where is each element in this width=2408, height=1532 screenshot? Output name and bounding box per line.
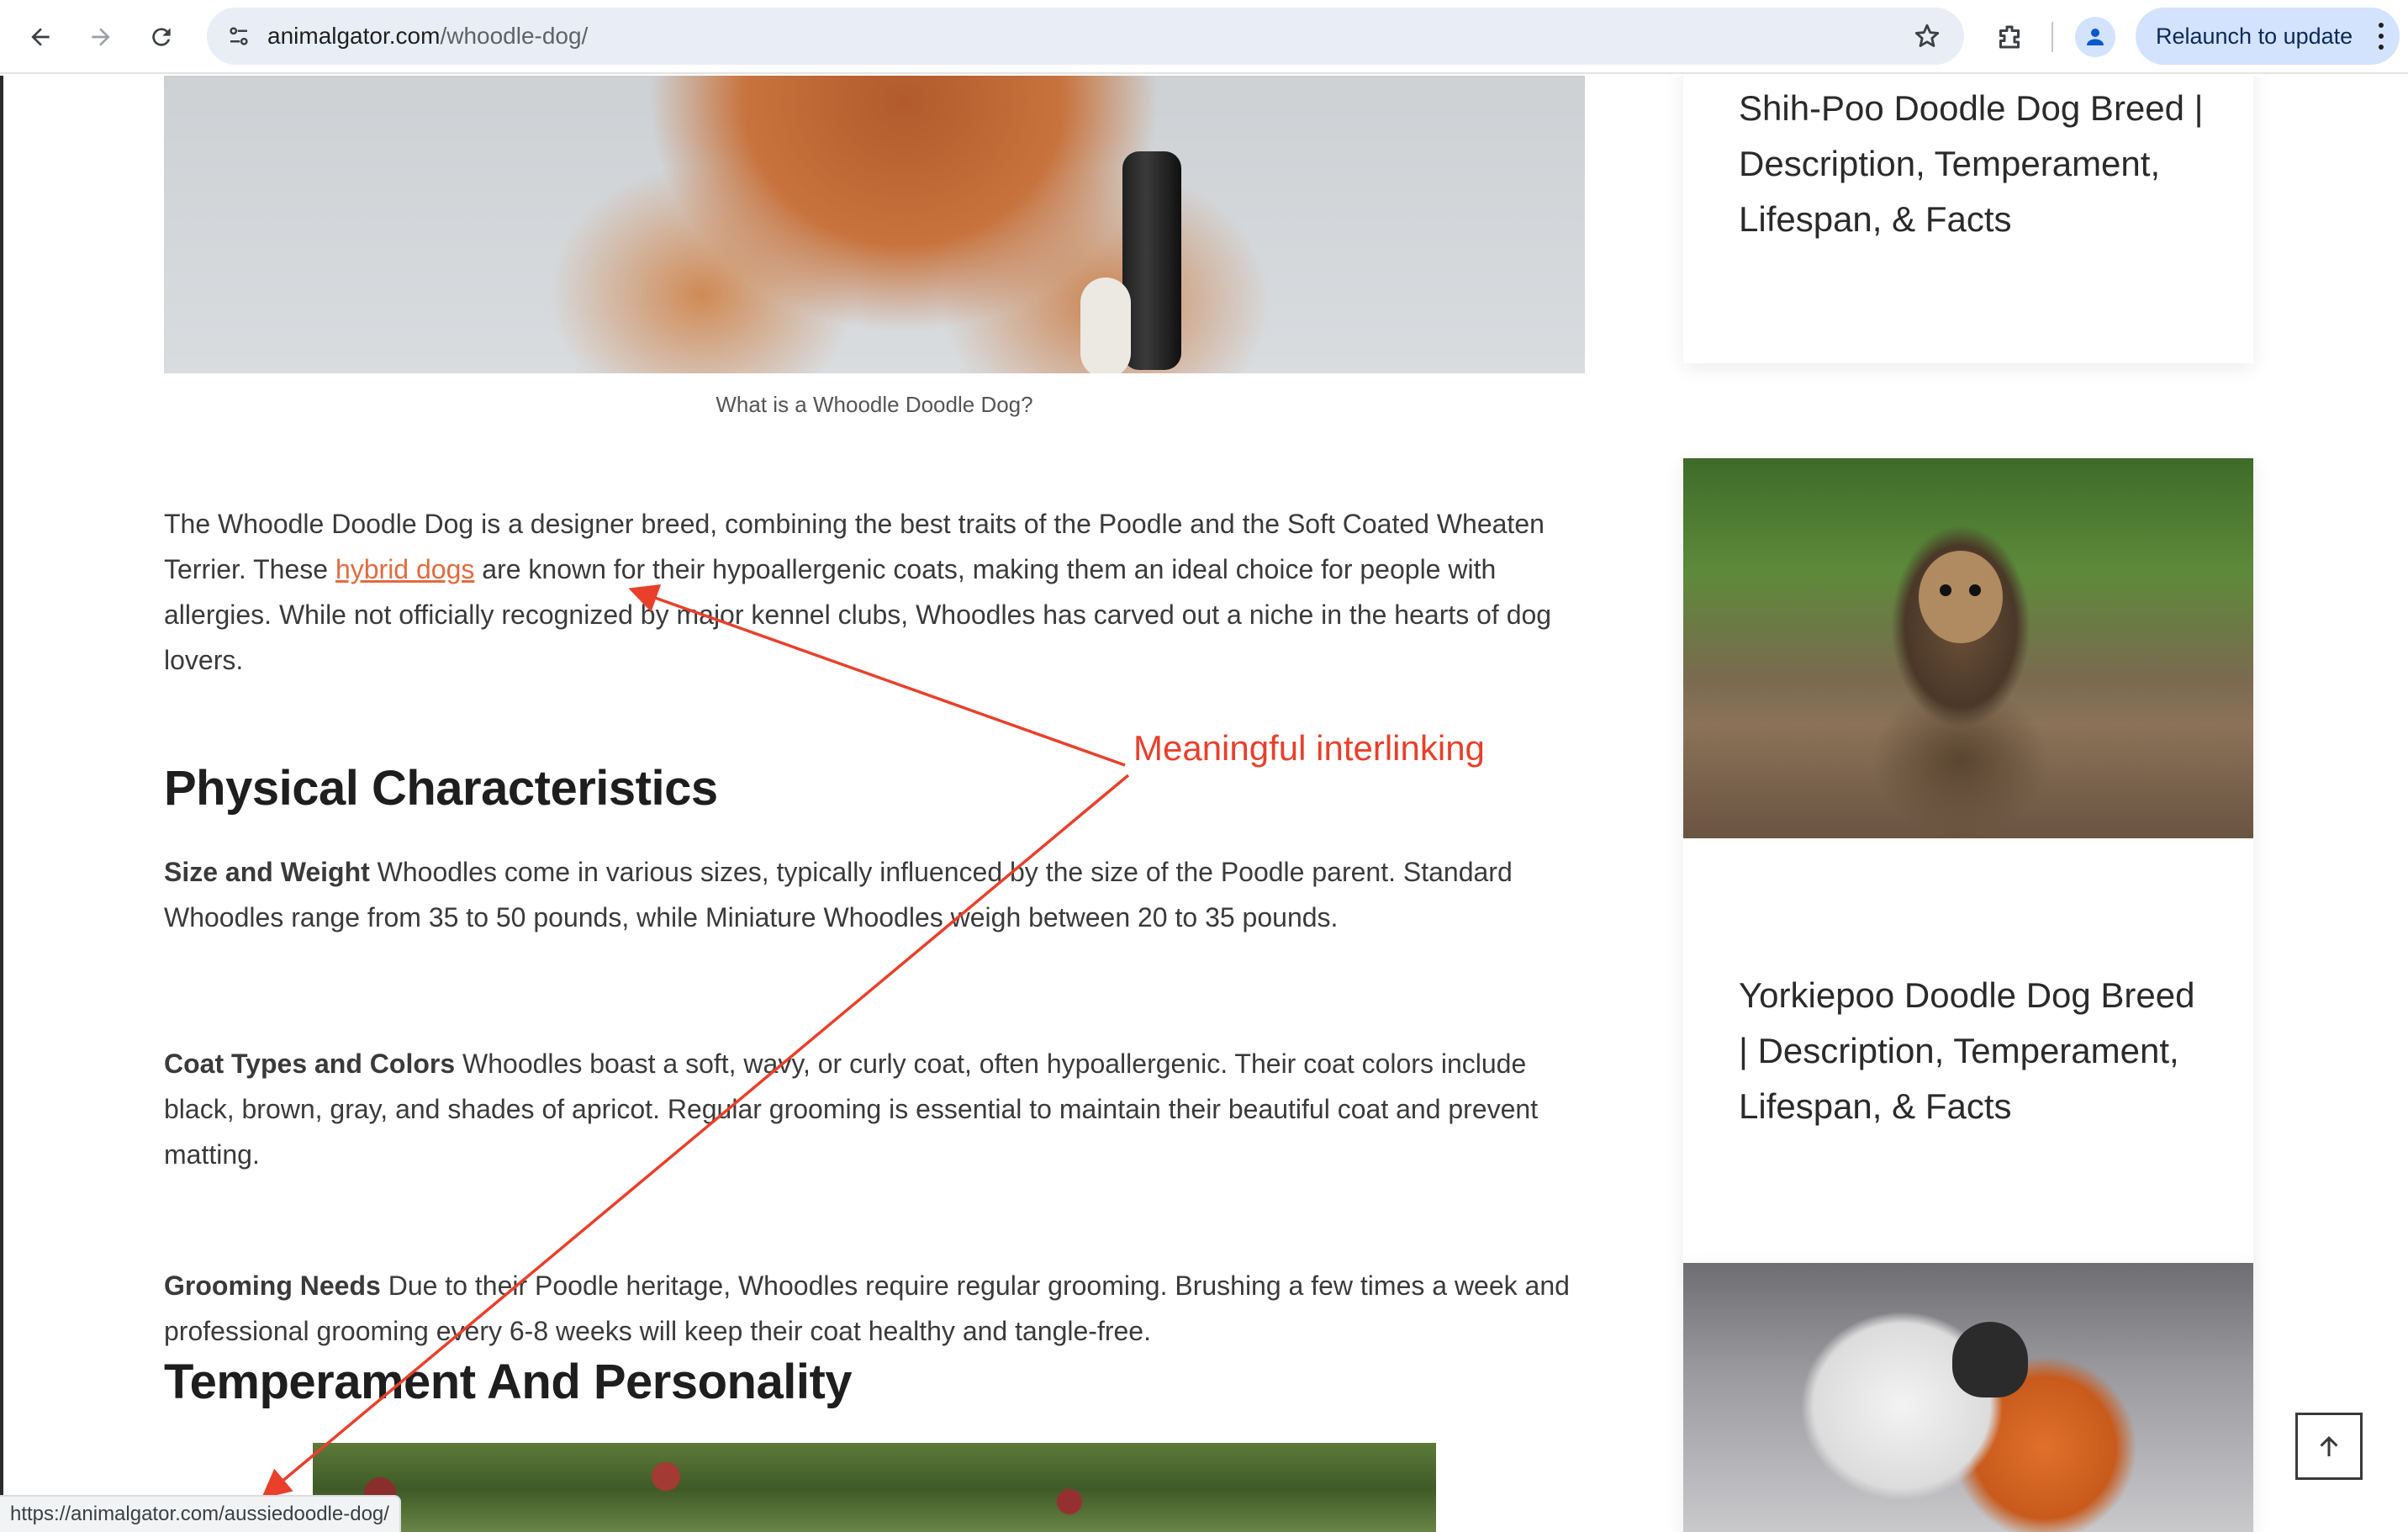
temperament-heading: Temperament And Personality [164,1355,853,1409]
relaunch-label: Relaunch to update [2156,23,2353,49]
window-edge [0,76,3,1532]
hero-caption: What is a Whoodle Doodle Dog? [716,392,1033,417]
reload-button[interactable] [140,15,183,59]
toolbar-divider [2052,22,2053,52]
browser-toolbar: animalgator.com/whoodle-dog/ Relaunch to… [0,0,2408,74]
dog-chest [1080,277,1131,373]
url-path: /whoodle-dog/ [440,23,589,49]
intro-paragraph: The Whoodle Doodle Dog is a designer bre… [164,501,1593,683]
address-bar[interactable]: animalgator.com/whoodle-dog/ [207,8,1964,65]
annotation-label: Meaningful interlinking [1133,728,1485,768]
back-to-top-button[interactable] [2295,1413,2363,1480]
physical-heading: Physical Characteristics [164,761,718,816]
relaunch-button[interactable]: Relaunch to update [2136,8,2400,65]
site-info-icon [230,27,248,45]
sidebar-card-title[interactable]: Yorkiepoo Doodle Dog Breed | Description… [1739,968,2210,1134]
status-bar-url: https://animalgator.com/aussiedoodle-dog… [0,1495,401,1532]
westie-image[interactable] [1683,1263,2253,1532]
dog-collar [1122,151,1181,370]
url-host: animalgator.com [267,23,441,49]
coat-paragraph: Coat Types and Colors Whoodles boast a s… [164,1041,1593,1177]
grooming-paragraph: Grooming Needs Due to their Poodle herit… [164,1263,1593,1354]
temperament-image [313,1443,1436,1532]
puppy-face [1919,551,2003,643]
hybrid-dogs-link[interactable]: hybrid dogs [335,554,474,584]
forward-button[interactable] [79,15,123,59]
url-text[interactable]: animalgator.com/whoodle-dog/ [267,23,588,50]
extensions-button[interactable] [1986,13,2033,61]
kebab-menu-icon[interactable] [2378,23,2384,50]
sidebar-card-title[interactable]: Shih-Poo Doodle Dog Breed | Description,… [1739,81,2210,247]
sidebar-card-shihpoo[interactable]: Shih-Poo Doodle Dog Breed | Description,… [1683,76,2253,363]
profile-icon [2087,29,2104,45]
puppy-eye [1969,584,1981,596]
yorkiepoo-image[interactable] [1683,458,2253,838]
puppy-eye [1940,584,1951,596]
extensions-icon [1999,25,2020,49]
size-paragraph: Size and Weight Whoodles come in various… [164,849,1593,940]
back-button[interactable] [18,15,62,59]
sidebar-card-westie[interactable] [1683,1263,2253,1532]
dog-ear [1952,1322,2028,1397]
back-arrow-icon [31,28,50,46]
star-icon [1914,24,1940,47]
grooming-label: Grooming Needs [164,1271,381,1301]
profile-button[interactable] [2075,17,2115,57]
sidebar-card-yorkiepoo[interactable]: Yorkiepoo Doodle Dog Breed | Description… [1683,458,2253,1269]
arrow-up-icon [2320,1436,2338,1456]
hero-dog-image [164,76,1585,373]
site-info-button[interactable] [217,14,261,58]
size-label: Size and Weight [164,857,370,887]
coat-label: Coat Types and Colors [164,1049,456,1079]
reload-icon [152,28,171,46]
forward-arrow-icon [92,28,110,46]
page-content: What is a Whoodle Doodle Dog? The Whoodl… [0,76,2408,1532]
bookmark-button[interactable] [1907,16,1947,56]
